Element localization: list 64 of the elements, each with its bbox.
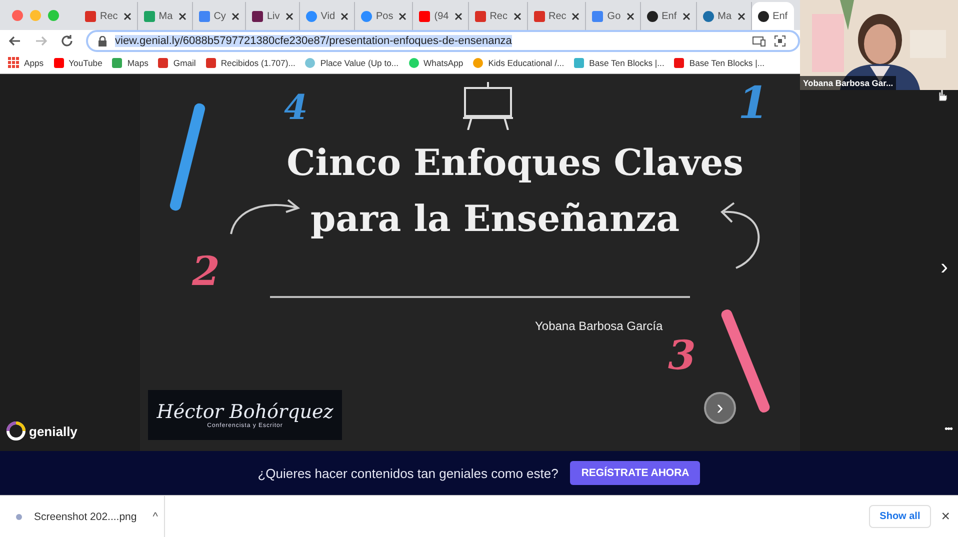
close-icon[interactable] [626,12,634,20]
chalk-number: 3 [668,332,696,379]
browser-tab[interactable]: Pos [355,2,414,30]
browser-tab[interactable]: Enf [640,2,697,30]
bookmark-item[interactable]: Gmail [158,58,196,68]
chalk-number: 1 [738,78,769,129]
close-icon[interactable] [178,12,186,20]
register-button[interactable]: REGÍSTRATE AHORA [570,461,700,485]
close-icon[interactable] [514,12,520,20]
back-arrow-icon[interactable] [8,34,22,48]
close-icon[interactable] [454,12,462,20]
close-icon[interactable] [682,12,690,20]
close-icon[interactable] [232,12,239,20]
show-all-button[interactable]: Show all [868,505,932,528]
bookmark-item[interactable]: Recibidos (1.707)... [206,58,296,68]
reload-icon[interactable] [60,34,74,48]
bookmark-item[interactable]: Place Value (Up to... [305,58,399,68]
close-icon[interactable] [399,12,406,20]
bookmark-item[interactable]: Base Ten Blocks |... [574,58,664,68]
close-icon[interactable] [286,12,293,20]
bookmark-item[interactable]: YouTube [54,58,102,68]
bookmark-item[interactable]: WhatsApp [408,58,464,68]
easel-icon [462,82,514,130]
caret-icon[interactable]: ^ [152,510,158,522]
chalk-number: 2 [192,248,220,295]
close-icon[interactable] [738,12,745,20]
address-field[interactable]: view.genial.ly/6088b5797721380cfe230e87/presentation-enfoques-de-ensenanza [86,30,800,52]
bookmark-item[interactable]: Apps [8,57,44,68]
slide-title: para la Enseñanza [310,198,680,240]
next-slide-button[interactable]: › [704,392,736,424]
apps-grid-icon [8,57,19,68]
close-button[interactable]: × [939,508,958,525]
qr-code-icon[interactable] [774,35,786,47]
lock-icon [98,36,107,46]
genially-logo[interactable]: genially [6,421,78,441]
download-file-name[interactable]: Screenshot 202....png [34,510,137,522]
browser-tab[interactable]: Ma [138,2,193,30]
slide-title: Cinco Enfoques Claves [286,142,744,184]
chalk-number: 4 [284,88,308,128]
logo-name: Héctor Bohórquez [156,401,334,423]
browser-tab[interactable]: Enf [752,2,794,30]
browser-tab[interactable]: Rec [468,2,528,30]
browser-tab[interactable]: Ma [696,2,752,30]
close-icon[interactable] [124,12,131,20]
author-name: Yobana Barbosa García [535,319,663,333]
bookmark-item[interactable]: Base Ten Blocks |... [674,58,765,68]
browser-tab[interactable]: Rec [528,2,586,30]
cast-icon[interactable] [752,36,766,46]
close-icon[interactable] [341,12,348,20]
next-arrow-button[interactable]: › [936,254,952,280]
bookmark-item[interactable]: Maps [112,58,148,68]
participant-name: Yobana Barbosa Gar... [800,76,896,90]
banner-text: ¿Quieres hacer contenidos tan geniales como este? [258,466,558,480]
brand-ring-icon [6,421,26,441]
more-options-button[interactable]: ••• [944,424,952,435]
bookmark-item[interactable]: Kids Educational /... [473,58,564,68]
globe-icon [702,10,714,22]
browser-tab[interactable]: Go [586,2,641,30]
browser-tab[interactable]: Cy [192,2,246,30]
browser-tab[interactable]: (94 [413,2,469,30]
close-icon[interactable] [572,12,580,20]
browser-tab[interactable]: Vid [300,2,356,30]
browser-tab[interactable]: Rec [79,2,138,30]
browser-tab[interactable]: Liv [246,2,300,30]
